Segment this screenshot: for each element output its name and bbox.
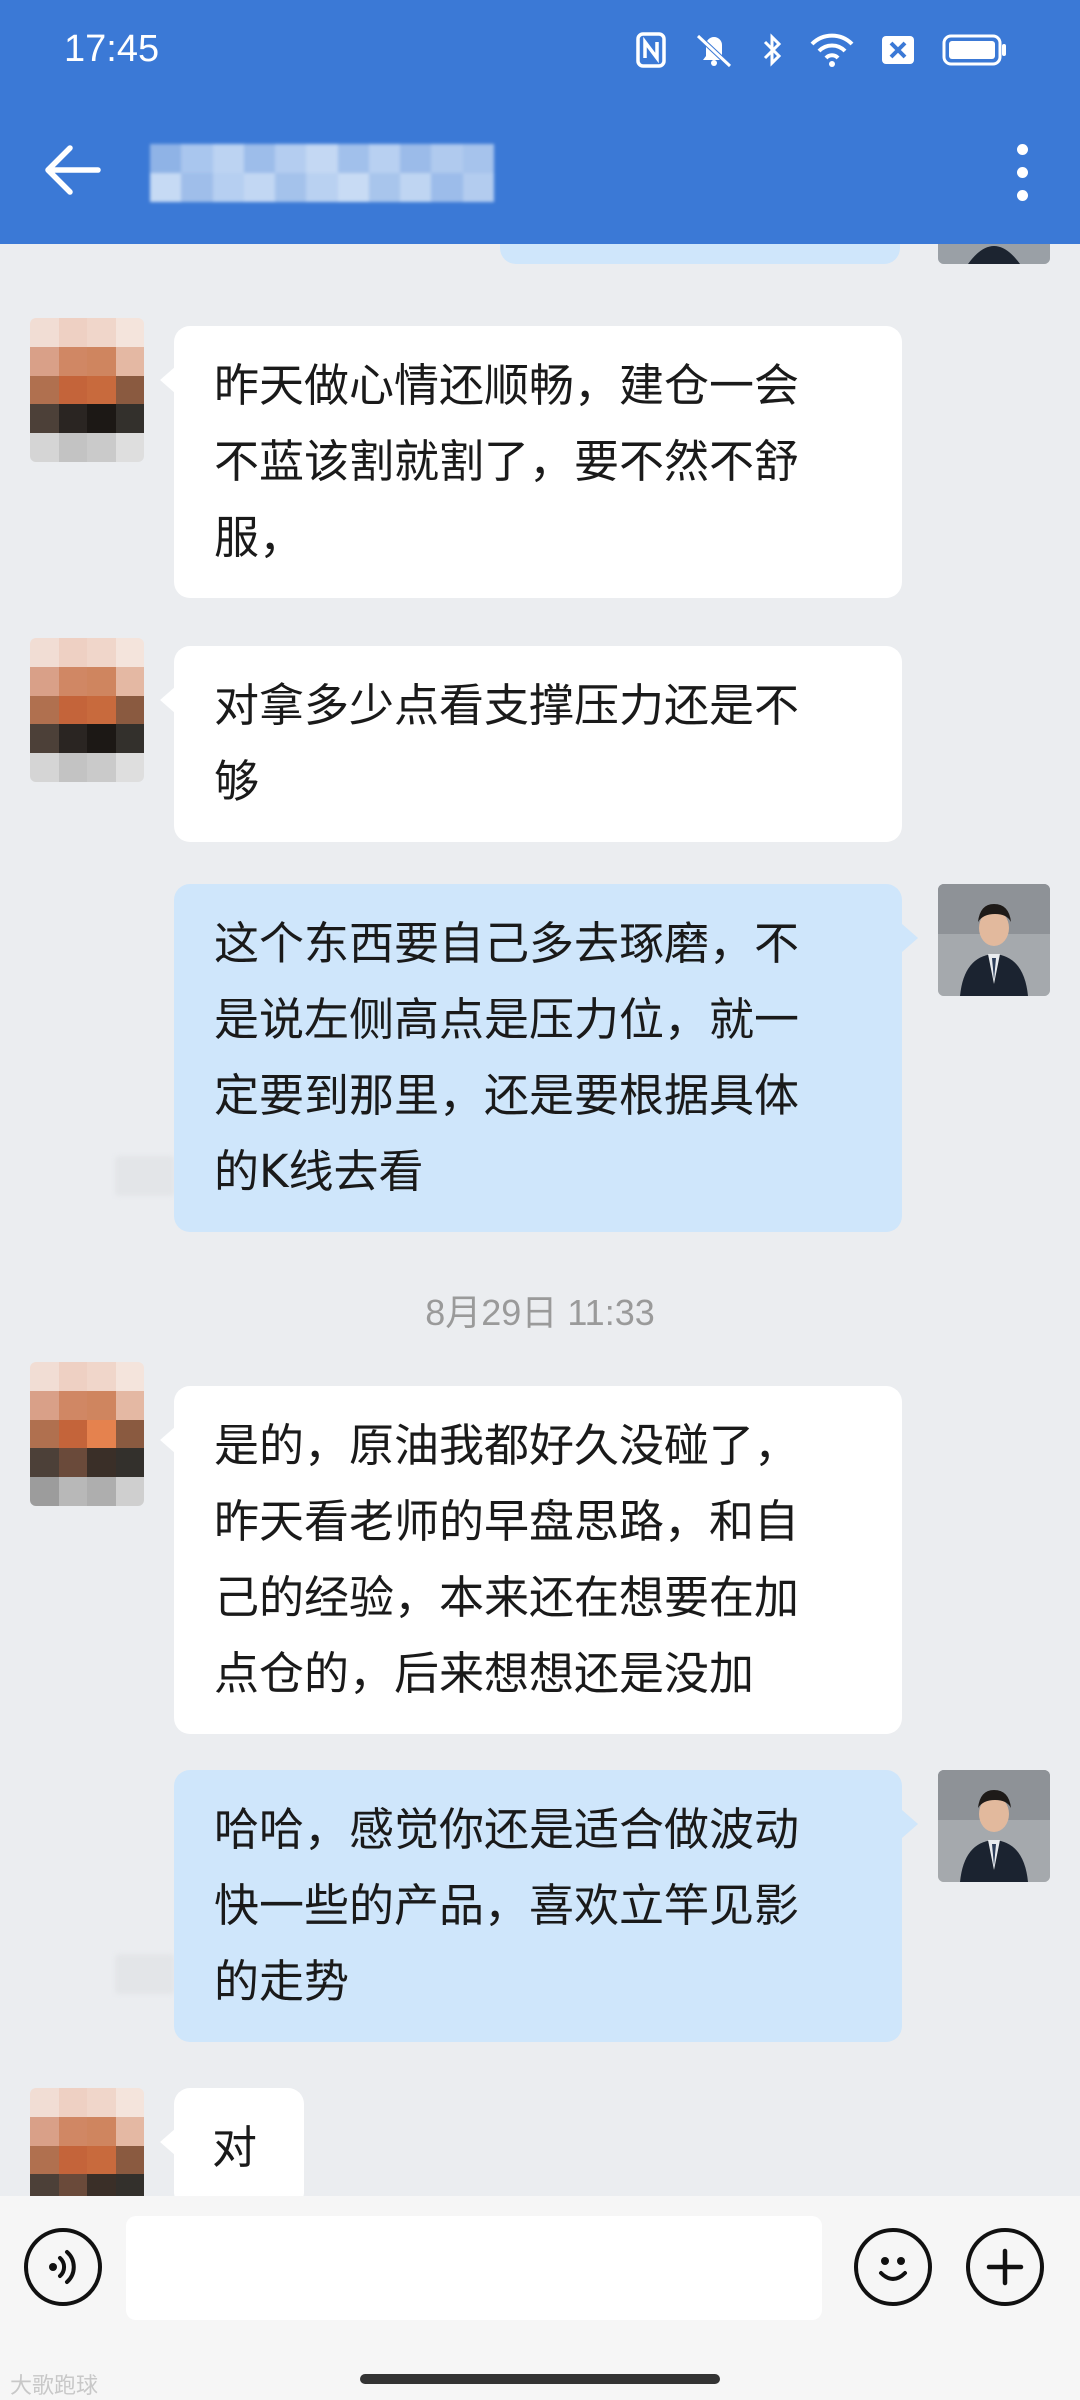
date-divider: 8月29日 11:33 (425, 1292, 655, 1333)
message-bubble-incoming[interactable]: 是的，原油我都好久没碰了， 昨天看老师的早盘思路，和自 己的经验，本来还在想要在… (160, 1386, 902, 1734)
chat-messages[interactable]: 昨天做心情还顺畅，建仓一会 不蓝该割就割了，要不然不舒 服， 对拿多少点看支撑压… (0, 244, 1080, 2196)
watermark: 大歌跑球 (10, 2374, 99, 2399)
message-bubble-outgoing[interactable]: 哈哈，感觉你还是适合做波动 快一些的产品，喜欢立竿见影 的走势 (174, 1770, 918, 2042)
blurred-read-status (115, 1954, 175, 1994)
chat-title-pixelated (150, 144, 494, 202)
chat-title (0, 0, 1, 1)
my-avatar-partial (938, 244, 1050, 264)
blurred-read-status (115, 1156, 175, 1196)
mute-vibrate-icon (692, 32, 736, 68)
more-vertical-icon (1016, 143, 1028, 201)
my-avatar[interactable] (938, 884, 1050, 996)
message-bubble-incoming[interactable]: 对拿多少点看支撑压力还是不 够 (160, 646, 902, 842)
message-bubble-incoming[interactable]: 对 (160, 2088, 304, 2196)
message-input[interactable] (126, 2216, 822, 2320)
contact-avatar[interactable] (30, 2088, 144, 2196)
status-time: 17:45 (64, 28, 160, 70)
partial-outgoing-bubble (500, 244, 900, 264)
voice-icon (49, 2250, 76, 2284)
message-bubble-incoming[interactable]: 昨天做心情还顺畅，建仓一会 不蓝该割就割了，要不然不舒 服， (160, 326, 902, 598)
plus-button[interactable] (966, 2228, 1044, 2306)
contact-avatar[interactable] (30, 318, 144, 462)
contact-avatar[interactable] (30, 1362, 144, 1506)
wifi-icon (810, 32, 854, 68)
voice-button[interactable] (24, 2228, 102, 2306)
sim-off-icon (880, 32, 916, 68)
back-arrow-icon (45, 145, 101, 195)
nfc-icon (636, 32, 666, 68)
message-input-bar (0, 2196, 1080, 2336)
home-gesture-handle[interactable] (360, 2374, 720, 2384)
emoji-button[interactable] (854, 2228, 932, 2306)
bluetooth-icon (762, 32, 784, 68)
battery-icon (942, 33, 1008, 67)
app-header: 17:45 (0, 0, 1080, 244)
emoji-icon (879, 2257, 907, 2281)
person-avatar-icon (938, 884, 1050, 996)
message-bubble-outgoing[interactable]: 这个东西要自己多去琢磨，不 是说左侧高点是压力位，就一 定要到那里，还是要根据具… (174, 884, 918, 1232)
status-icons (636, 30, 1008, 70)
more-options-button[interactable] (990, 136, 1054, 208)
back-button[interactable] (36, 134, 108, 206)
person-avatar-icon (938, 1770, 1050, 1882)
my-avatar[interactable] (938, 1770, 1050, 1882)
system-navigation-bar: 大歌跑球 (0, 2336, 1080, 2400)
plus-icon (986, 2248, 1024, 2286)
contact-avatar[interactable] (30, 638, 144, 782)
